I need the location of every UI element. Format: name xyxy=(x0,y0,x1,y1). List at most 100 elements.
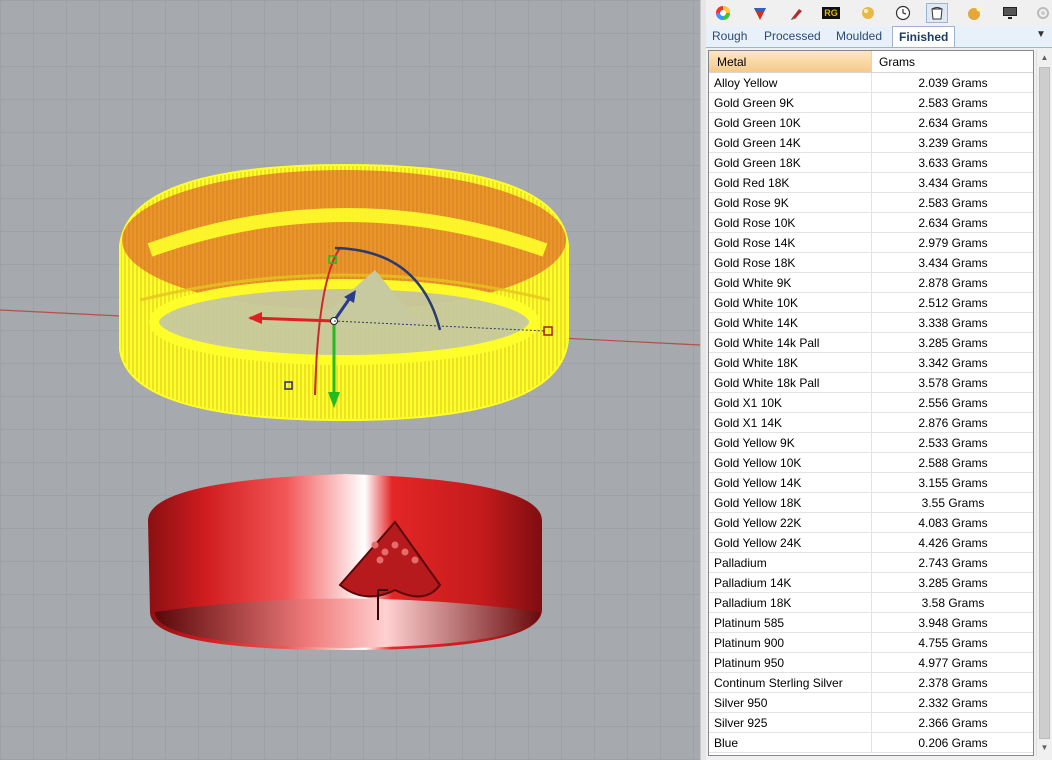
column-header-metal[interactable]: Metal xyxy=(709,51,872,73)
table-row[interactable]: Gold White 18K 3.342 Grams xyxy=(709,353,1033,373)
table-row[interactable]: Gold Rose 14K 2.979 Grams xyxy=(709,233,1033,253)
cell-metal: Gold Green 10K xyxy=(709,113,872,133)
bucket-icon[interactable] xyxy=(926,3,948,23)
cell-metal: Gold Green 18K xyxy=(709,153,872,173)
cell-metal: Silver 925 xyxy=(709,713,872,733)
table-row[interactable]: Palladium 2.743 Grams xyxy=(709,553,1033,573)
cell-grams: 2.588 Grams xyxy=(918,456,988,470)
cell-metal: Gold White 14K xyxy=(709,313,872,333)
table-row[interactable]: Silver 950 2.332 Grams xyxy=(709,693,1033,713)
table-row[interactable]: Alloy Yellow 2.039 Grams xyxy=(709,73,1033,93)
scroll-down-icon[interactable]: ▼ xyxy=(1037,740,1052,756)
wireframe-ring[interactable] xyxy=(119,163,569,422)
red-ring-model[interactable] xyxy=(148,474,542,650)
scrollbar-thumb[interactable] xyxy=(1039,67,1050,739)
cell-grams: 3.342 Grams xyxy=(918,356,988,370)
pen-tool-icon[interactable] xyxy=(786,3,808,23)
gem-icon[interactable] xyxy=(857,3,879,23)
table-row[interactable]: Palladium 14K 3.285 Grams xyxy=(709,573,1033,593)
table-row[interactable]: Gold Yellow 24K 4.426 Grams xyxy=(709,533,1033,553)
settings-icon[interactable] xyxy=(1032,3,1052,23)
cell-grams: 3.58 Grams xyxy=(921,596,985,610)
table-row[interactable]: Platinum 950 4.977 Grams xyxy=(709,653,1033,673)
cell-metal: Gold Rose 14K xyxy=(709,233,872,253)
cell-metal: Platinum 900 xyxy=(709,633,872,653)
cell-metal: Gold Rose 9K xyxy=(709,193,872,213)
3d-viewport[interactable] xyxy=(0,0,700,760)
cell-metal: Gold Yellow 18K xyxy=(709,493,872,513)
table-row[interactable]: Gold White 14K 3.338 Grams xyxy=(709,313,1033,333)
table-row[interactable]: Gold Rose 10K 2.634 Grams xyxy=(709,213,1033,233)
cell-grams: 3.239 Grams xyxy=(918,136,988,150)
cell-metal: Gold Yellow 14K xyxy=(709,473,872,493)
table-row[interactable]: Blue 0.206 Grams xyxy=(709,733,1033,753)
table-row[interactable]: Gold White 14k Pall 3.285 Grams xyxy=(709,333,1033,353)
monitor-icon[interactable] xyxy=(999,3,1021,23)
table-row[interactable]: Gold White 10K 2.512 Grams xyxy=(709,293,1033,313)
cell-metal: Palladium xyxy=(709,553,872,573)
tab-rough[interactable]: Rough xyxy=(712,27,747,46)
cell-metal: Gold White 18K xyxy=(709,353,872,373)
table-row[interactable]: Gold X1 10K 2.556 Grams xyxy=(709,393,1033,413)
table-row[interactable]: Gold Rose 18K 3.434 Grams xyxy=(709,253,1033,273)
cell-grams: 0.206 Grams xyxy=(918,736,988,750)
table-row[interactable]: Gold White 9K 2.878 Grams xyxy=(709,273,1033,293)
table-row[interactable]: Gold Green 18K 3.633 Grams xyxy=(709,153,1033,173)
table-row[interactable]: Silver 925 2.366 Grams xyxy=(709,713,1033,733)
rg-logo-icon[interactable]: RG xyxy=(820,3,842,23)
viewport-scene xyxy=(0,0,700,760)
cell-metal: Gold Rose 10K xyxy=(709,213,872,233)
table-row[interactable]: Gold Green 9K 2.583 Grams xyxy=(709,93,1033,113)
cell-grams: 2.979 Grams xyxy=(918,236,988,250)
cell-grams: 3.338 Grams xyxy=(918,316,988,330)
sphere-light-icon[interactable] xyxy=(964,3,986,23)
table-row[interactable]: Gold Yellow 10K 2.588 Grams xyxy=(709,453,1033,473)
chevron-down-icon[interactable]: ▼ xyxy=(1034,29,1048,43)
table-row[interactable]: Gold X1 14K 2.876 Grams xyxy=(709,413,1033,433)
cell-metal: Platinum 585 xyxy=(709,613,872,633)
cell-metal: Gold Green 14K xyxy=(709,133,872,153)
table-row[interactable]: Platinum 900 4.755 Grams xyxy=(709,633,1033,653)
table-row[interactable]: Gold Green 10K 2.634 Grams xyxy=(709,113,1033,133)
table-row[interactable]: Gold Red 18K 3.434 Grams xyxy=(709,173,1033,193)
cell-grams: 2.878 Grams xyxy=(918,276,988,290)
table-row[interactable]: Gold Yellow 14K 3.155 Grams xyxy=(709,473,1033,493)
cell-grams: 3.155 Grams xyxy=(918,476,988,490)
cell-grams: 4.083 Grams xyxy=(918,516,988,530)
weight-tabs: Rough Processed Moulded Finished ▼ xyxy=(706,26,1052,48)
table-row[interactable]: Gold Yellow 18K 3.55 Grams xyxy=(709,493,1033,513)
cell-metal: Gold White 10K xyxy=(709,293,872,313)
table-row[interactable]: Gold Yellow 9K 2.533 Grams xyxy=(709,433,1033,453)
tab-moulded[interactable]: Moulded xyxy=(836,27,882,46)
table-row[interactable]: Gold Rose 9K 2.583 Grams xyxy=(709,193,1033,213)
cell-grams: 2.556 Grams xyxy=(918,396,988,410)
cell-metal: Gold Red 18K xyxy=(709,173,872,193)
cell-metal: Silver 950 xyxy=(709,693,872,713)
cell-grams: 4.977 Grams xyxy=(918,656,988,670)
cell-metal: Gold Yellow 10K xyxy=(709,453,872,473)
table-row[interactable]: Gold White 18k Pall 3.578 Grams xyxy=(709,373,1033,393)
table-row[interactable]: Gold Green 14K 3.239 Grams xyxy=(709,133,1033,153)
tab-processed[interactable]: Processed xyxy=(764,27,821,46)
table-row[interactable]: Gold Yellow 22K 4.083 Grams xyxy=(709,513,1033,533)
table-row[interactable]: Continum Sterling Silver 2.378 Grams xyxy=(709,673,1033,693)
tab-finished[interactable]: Finished xyxy=(892,26,956,47)
cell-grams: 3.55 Grams xyxy=(921,496,985,510)
cell-grams: 4.426 Grams xyxy=(918,536,988,550)
cell-metal: Gold Yellow 24K xyxy=(709,533,872,553)
panel-toolbar: RG xyxy=(706,0,1052,26)
table-row[interactable]: Platinum 585 3.948 Grams xyxy=(709,613,1033,633)
material-icon[interactable] xyxy=(749,3,771,23)
cell-grams: 2.634 Grams xyxy=(918,116,988,130)
cell-grams: 3.948 Grams xyxy=(918,616,988,630)
cell-grams: 2.378 Grams xyxy=(918,676,988,690)
column-header-grams[interactable]: Grams xyxy=(872,51,1033,73)
vertical-scrollbar[interactable]: ▲ ▼ xyxy=(1036,50,1052,756)
cell-grams: 2.533 Grams xyxy=(918,436,988,450)
clock-icon[interactable] xyxy=(892,3,914,23)
color-wheel-icon[interactable] xyxy=(712,3,734,23)
cell-grams: 3.434 Grams xyxy=(918,256,988,270)
cell-metal: Alloy Yellow xyxy=(709,73,872,93)
table-row[interactable]: Palladium 18K 3.58 Grams xyxy=(709,593,1033,613)
scroll-up-icon[interactable]: ▲ xyxy=(1037,50,1052,66)
